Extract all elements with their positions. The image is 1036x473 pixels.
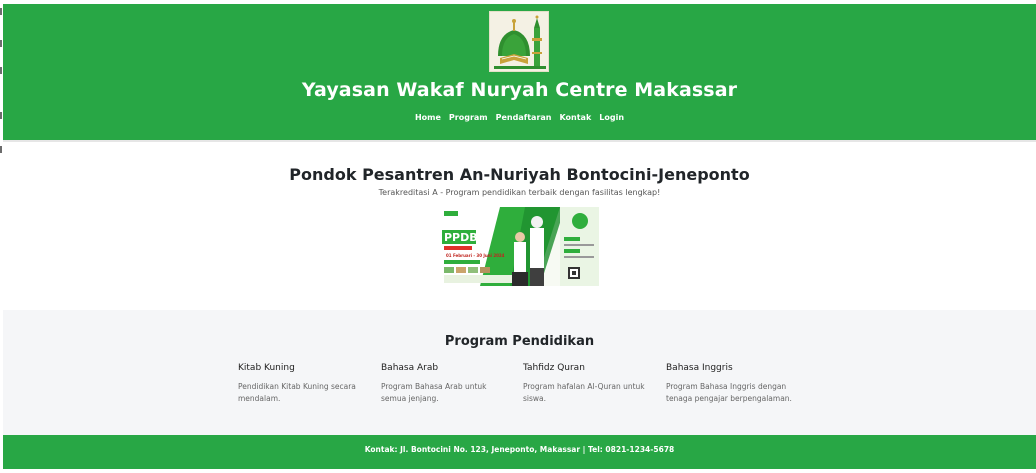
ppdb-banner-image: PPDB 01 Februari - 30 Juni 2024 [440, 207, 599, 286]
nav-pendaftaran[interactable]: Pendaftaran [492, 113, 556, 122]
programs-title: Program Pendidikan [444, 334, 595, 349]
banner-ppdb-text: PPDB [444, 231, 478, 244]
hero-title: Pondok Pesantren An-Nuriyah Bontocini-Je… [289, 165, 750, 184]
site-title: Yayasan Wakaf Nuryah Centre Makassar [301, 79, 738, 101]
program-desc: Program Bahasa Inggris dengan tenaga pen… [666, 382, 792, 403]
nav-kontak[interactable]: Kontak [555, 113, 595, 122]
program-name: Kitab Kuning [238, 363, 295, 373]
nav-program[interactable]: Program [445, 113, 492, 122]
program-card-kitab-kuning: Kitab Kuning Pendidikan Kitab Kuning sec… [238, 363, 363, 405]
program-card-bahasa-arab: Bahasa Arab Program Bahasa Arab untuk se… [381, 363, 506, 405]
hero-subtitle: Terakreditasi A - Program pendidikan ter… [378, 188, 661, 197]
program-card-tahfidz-quran: Tahfidz Quran Program hafalan Al-Quran u… [523, 363, 648, 405]
program-desc: Program Bahasa Arab untuk semua jenjang. [381, 382, 487, 403]
main-nav: Home Program Pendaftaran Kontak Login [3, 113, 1036, 122]
site-header: Yayasan Wakaf Nuryah Centre Makassar Hom… [3, 4, 1036, 140]
site-logo[interactable] [489, 11, 549, 72]
program-name: Tahfidz Quran [523, 363, 585, 373]
nav-home[interactable]: Home [411, 113, 445, 122]
programs-section: Program Pendidikan Kitab Kuning Pendidik… [3, 310, 1036, 435]
program-name: Bahasa Arab [381, 363, 439, 373]
program-name: Bahasa Inggris [666, 363, 733, 373]
hero-section: Pondok Pesantren An-Nuriyah Bontocini-Je… [3, 142, 1036, 310]
footer-contact-text: Kontak: Jl. Bontocini No. 123, Jeneponto… [364, 445, 675, 454]
nav-login[interactable]: Login [595, 113, 628, 122]
program-desc: Pendidikan Kitab Kuning secara mendalam. [238, 382, 356, 403]
program-desc: Program hafalan Al-Quran untuk siswa. [523, 382, 645, 403]
banner-dates-text: 01 Februari - 30 Juni 2024 [446, 253, 505, 258]
program-card-bahasa-inggris: Bahasa Inggris Program Bahasa Inggris de… [666, 363, 794, 405]
site-footer: Kontak: Jl. Bontocini No. 123, Jeneponto… [3, 435, 1036, 469]
